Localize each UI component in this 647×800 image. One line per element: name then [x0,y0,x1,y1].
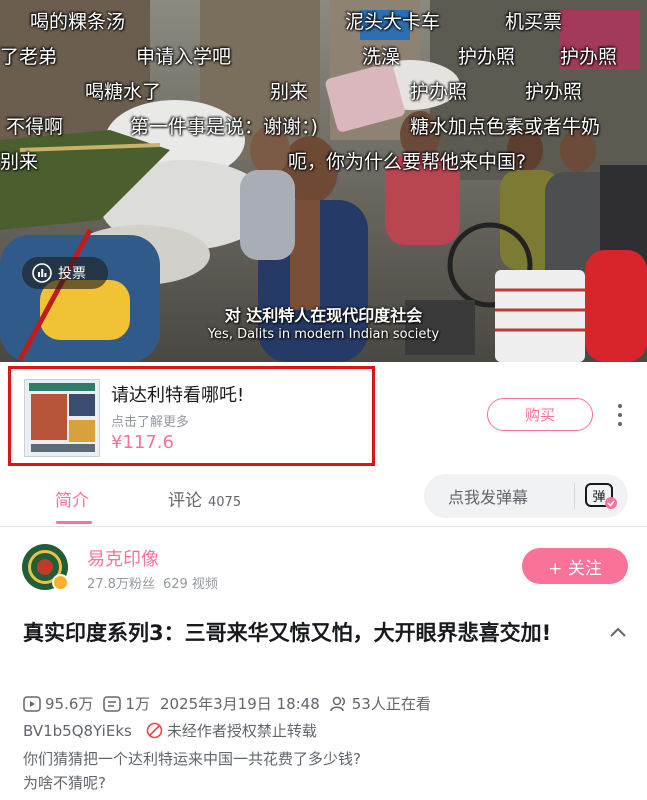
danmaku-count-icon [103,695,122,712]
danmaku-input-placeholder: 点我发弹幕 [448,488,529,507]
danmaku-toggle-icon[interactable]: 弹 [575,481,627,511]
verified-badge-icon [52,574,69,591]
video-title: 真实印度系列3：三哥来华又惊又怕，大开眼界悲喜交加! [23,621,552,645]
vote-button[interactable]: 投票 [22,257,108,289]
uploader-stats: 27.8万粉丝 629 视频 [87,573,226,592]
tab-comments[interactable]: 评论 4075 [168,486,241,511]
poll-icon [32,263,52,283]
chevron-up-icon[interactable] [607,622,629,644]
video-count: 629 视频 [162,577,218,592]
uploader-name[interactable]: 易克印像 [87,545,159,571]
tab-intro[interactable]: 简介 [55,486,89,511]
video-id-row: BV1b5Q8YiEks 未经作者授权禁止转载 [23,720,317,741]
product-price: ¥117.6 [111,432,174,453]
danmaku-comment: 糖水加点色素或者牛奶 [410,116,601,138]
tabs-divider [0,526,647,527]
forbidden-icon [146,722,163,739]
danmaku-comment: 泥头大卡车 [345,11,441,33]
danmaku-comment: 第一件事是说：谢谢：) [130,116,318,138]
product-subtitle: 点击了解更多 [111,415,190,430]
comments-count: 4075 [208,495,242,510]
danmaku-comment: 机买票 [505,11,563,33]
description-line: 为啥不猜呢? [23,774,106,792]
danmaku-comment: 不得啊 [6,116,64,138]
danmaku-comment: 喝糖水了 [85,81,162,103]
subtitle-english: Yes, Dalits in modern Indian society [207,327,440,342]
active-tab-indicator [56,521,92,524]
danmaku-comment: 洗澡 [362,46,401,68]
follow-button[interactable]: + 关注 [522,548,628,584]
buy-button[interactable]: 购买 [487,398,593,431]
product-thumbnail [24,379,100,457]
danmaku-comment: 别来 [270,81,309,103]
danmaku-comment: 别来 [0,151,39,173]
subtitle-chinese: 对 达利特人在现代印度社会 [224,306,423,325]
danmaku-comment: 喝的粿条汤 [30,11,126,33]
video-meta: 95.6万 1万 2025年3月19日 18:48 53人正在看 [23,693,441,714]
danmaku-comment: 申请入学吧 [136,46,232,68]
video-description: 你们猜猜把一个达利特运来中国一共花费了多少钱? 为啥不猜呢? [23,747,361,795]
danmaku-input[interactable]: 点我发弹幕 弹 [424,474,628,518]
watching-icon [330,696,345,711]
product-card[interactable]: 请达利特看哪吒! 点击了解更多 ¥117.6 [8,366,375,466]
danmaku-comment: 护办照 [560,46,618,68]
danmaku-comment: 呃，你为什么要帮他来中国? [288,151,527,173]
danmaku-comment: 了老弟 [0,46,58,68]
video-player[interactable]: 喝的粿条汤 泥头大卡车 机买票 了老弟 申请入学吧 洗澡 护办照 护办照 喝糖水… [0,0,647,362]
bv-id: BV1b5Q8YiEks [23,721,132,740]
view-count: 95.6万 [45,695,94,713]
danmaku-count: 1万 [125,695,150,713]
danmaku-comment: 护办照 [525,81,583,103]
vote-label: 投票 [58,266,86,282]
play-count-icon [23,695,41,712]
publish-time: 2025年3月19日 18:48 [159,695,320,713]
product-title: 请达利特看哪吒! [111,385,245,406]
no-repost-notice: 未经作者授权禁止转载 [166,722,317,740]
more-options-icon[interactable] [611,401,629,429]
tab-comments-label: 评论 [168,491,202,511]
danmaku-icon-glyph: 弹 [592,490,605,505]
description-line: 你们猜猜把一个达利特运来中国一共花费了多少钱? [23,750,361,768]
danmaku-comment: 护办照 [410,81,468,103]
follower-count: 27.8万粉丝 [87,577,155,592]
watching-count: 53人正在看 [351,695,431,713]
danmaku-comment: 护办照 [458,46,516,68]
